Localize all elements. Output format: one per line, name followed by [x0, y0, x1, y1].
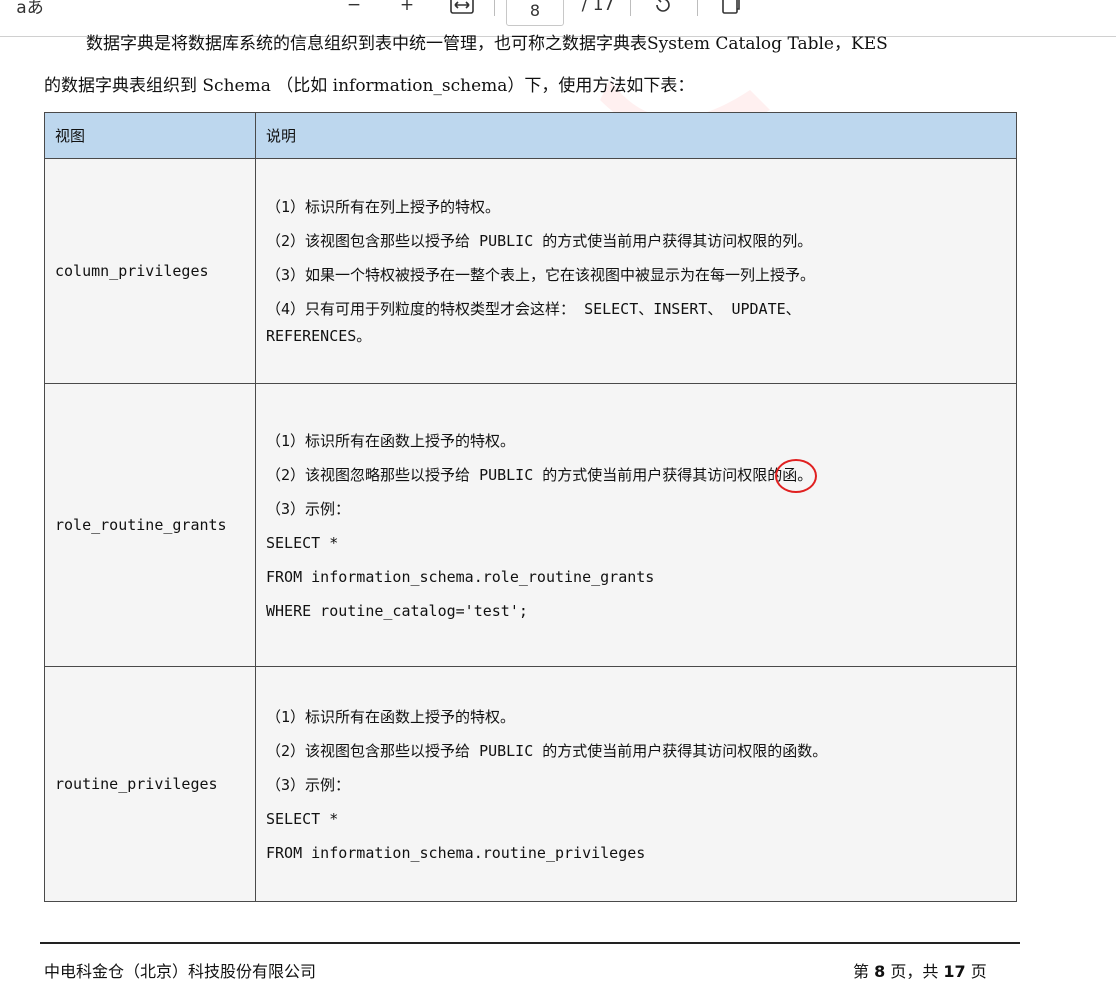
minus-icon: −	[346, 0, 362, 15]
desc-line: SELECT *	[266, 809, 339, 828]
page-number-input[interactable]: 8	[506, 0, 564, 26]
page-view-icon	[722, 0, 740, 14]
read-aloud-button[interactable]: aあ	[12, 0, 48, 20]
view-description: （1）标识所有在列上授予的特权。 （2）该视图包含那些以授予给 PUBLIC 的…	[255, 158, 1017, 384]
desc-line: （2）该视图忽略那些以授予给 PUBLIC 的方式使当前用户获得其访问权限的函。	[266, 458, 1006, 493]
desc-line: （2）该视图包含那些以授予给 PUBLIC 的方式使当前用户获得其访问权限的函数…	[266, 741, 828, 760]
intro-line-2: 的数据字典表组织到 Schema （比如 information_schema）…	[44, 76, 695, 96]
page-suffix: 页	[965, 962, 987, 981]
total-pages-label: / 17	[576, 0, 620, 20]
desc-line: （3）示例：	[266, 499, 351, 518]
table-row: column_privileges （1）标识所有在列上授予的特权。 （2）该视…	[44, 158, 1017, 384]
fit-width-icon	[450, 0, 474, 14]
toolbar-divider	[494, 0, 495, 16]
rotate-icon	[656, 0, 670, 12]
toolbar-divider	[630, 0, 631, 16]
desc-line: FROM information_schema.routine_privileg…	[266, 843, 646, 862]
header-description: 说明	[255, 112, 1017, 159]
desc-line: （1）标识所有在列上授予的特权。	[266, 198, 501, 216]
toolbar-divider	[697, 0, 698, 16]
footer-divider	[40, 942, 1020, 944]
view-name: column_privileges	[44, 158, 256, 384]
desc-text: （2）该视图忽略那些以授予给 PUBLIC 的方式使当前用户获得其访问权限的	[266, 465, 783, 484]
total-pages-text: / 17	[581, 0, 615, 15]
desc-line: SELECT *	[266, 533, 339, 552]
page-view-button[interactable]	[716, 0, 746, 20]
zoom-in-button[interactable]: +	[393, 0, 421, 20]
desc-line: FROM information_schema.role_routine_gra…	[266, 567, 655, 586]
rotate-button[interactable]	[648, 0, 678, 20]
desc-line: （3）示例：	[266, 775, 351, 794]
page-total: 17	[943, 962, 966, 981]
page-mid: 页，共	[885, 962, 944, 981]
page-number: 8	[874, 962, 886, 981]
view-name: routine_privileges	[44, 666, 256, 902]
plus-icon: +	[399, 0, 415, 15]
header-view: 视图	[44, 112, 256, 159]
desc-line: （2）该视图包含那些以授予给 PUBLIC 的方式使当前用户获得其访问权限的列。	[266, 232, 813, 250]
desc-line: （3）如果一个特权被授予在一整个表上，它在该视图中被显示为在每一列上授予。	[266, 266, 816, 284]
table-row: role_routine_grants （1）标识所有在函数上授予的特权。 （2…	[44, 383, 1017, 667]
read-aloud-label: aあ	[16, 0, 44, 18]
desc-line: （1）标识所有在函数上授予的特权。	[266, 431, 516, 450]
table-row: routine_privileges （1）标识所有在函数上授予的特权。 （2）…	[44, 666, 1017, 902]
desc-line: REFERENCES。	[266, 327, 372, 345]
table-header-row: 视图 说明	[44, 112, 1017, 159]
zoom-out-button[interactable]: −	[340, 0, 368, 20]
desc-line: （4）只有可用于列粒度的特权类型才会这样： SELECT、INSERT、 UPD…	[266, 300, 801, 318]
footer-page-info: 第 8 页，共 17 页	[853, 958, 987, 982]
data-dictionary-table: 视图 说明 column_privileges （1）标识所有在列上授予的特权。…	[44, 112, 1017, 902]
intro-line-1: 数据字典是将数据库系统的信息组织到表中统一管理，也可称之数据字典表System …	[86, 34, 888, 54]
page-prefix: 第	[853, 962, 875, 981]
desc-line: （1）标识所有在函数上授予的特权。	[266, 707, 516, 726]
view-name: role_routine_grants	[44, 383, 256, 667]
view-description: （1）标识所有在函数上授予的特权。 （2）该视图包含那些以授予给 PUBLIC …	[255, 666, 1017, 902]
footer-company: 中电科金仓（北京）科技股份有限公司	[44, 962, 317, 981]
desc-line: WHERE routine_catalog='test';	[266, 601, 528, 620]
view-description: （1）标识所有在函数上授予的特权。 （2）该视图忽略那些以授予给 PUBLIC …	[255, 383, 1017, 667]
annotation-circle: 函。	[775, 458, 818, 493]
current-page: 8	[529, 0, 541, 20]
fit-width-button[interactable]	[448, 0, 476, 20]
